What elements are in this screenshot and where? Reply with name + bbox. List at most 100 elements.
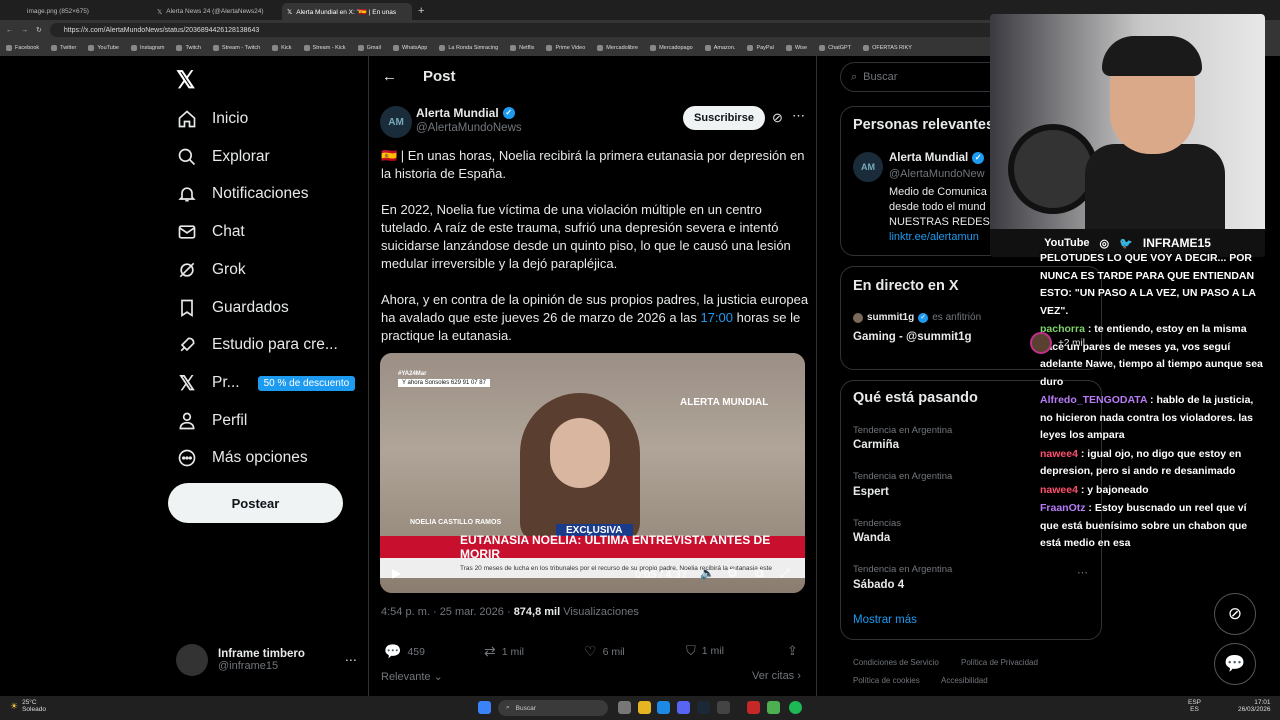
browser-tab-active[interactable]: 𝕏 Alerta Mundial en X: "🇪🇸 | En unas	[282, 3, 412, 20]
back-arrow-icon[interactable]: ←	[382, 68, 397, 85]
relevant-link[interactable]: linktr.ee/alertamun	[889, 231, 979, 243]
footer-link[interactable]: Accesibilidad	[941, 676, 988, 685]
video-player[interactable]: #YA24Mar Y ahora Sonsoles 629 91 07 87 A…	[380, 353, 805, 593]
bookmark-item[interactable]: Mercadopago	[650, 45, 693, 51]
chat-username[interactable]: FraanOtz	[1040, 502, 1086, 514]
forward-icon[interactable]: →	[21, 27, 28, 34]
post-timestamp[interactable]: 4:54 p. m. · 25 mar. 2026 ·	[381, 606, 514, 618]
chat-username[interactable]: nawee4	[1040, 484, 1078, 496]
footer-link[interactable]: Política de cookies	[853, 676, 920, 685]
show-more-link[interactable]: Mostrar más	[853, 614, 917, 626]
bookmark-item[interactable]: Prime Video	[546, 45, 585, 51]
nav-item-notificaciones[interactable]: Notificaciones	[176, 183, 309, 205]
bookmark-item[interactable]: Stream - Kick	[303, 45, 346, 51]
file-explorer-icon[interactable]	[638, 701, 651, 714]
bookmark-item[interactable]: Amazon.	[704, 45, 735, 51]
edge-icon[interactable]	[657, 701, 670, 714]
more-icon[interactable]: ⋯	[792, 108, 805, 124]
settings-icon[interactable]: ⚙	[727, 566, 738, 580]
trend-item[interactable]: Carmiña	[853, 439, 899, 451]
nav-item-chat[interactable]: Chat	[176, 221, 245, 243]
grok-icon[interactable]: ⊘	[772, 110, 783, 126]
subscribe-button[interactable]: Suscribirse	[683, 106, 765, 130]
clock[interactable]: 17:01 26/03/2026	[1238, 699, 1271, 713]
like-button[interactable]: ♡ 6 mil	[584, 643, 625, 660]
search-input[interactable]: ⌕ Buscar	[840, 62, 1010, 92]
live-stream-title[interactable]: Gaming - @summit1g	[853, 331, 972, 343]
bookmark-item[interactable]: La Ronda Simracing	[439, 45, 498, 51]
sort-dropdown[interactable]: Relevante ⌄	[381, 670, 443, 683]
promo-badge[interactable]: 50 % de descuento	[257, 375, 356, 391]
nav-item-estudio[interactable]: Estudio para cre...	[176, 334, 338, 356]
url-field[interactable]: https://x.com/AlertaMundoNews/status/203…	[49, 23, 1010, 37]
account-switcher[interactable]: Inframe timbero @inframe15 ⋯	[176, 644, 357, 676]
relevant-avatar[interactable]: AM	[853, 152, 883, 182]
more-icon[interactable]: ⋯	[1077, 566, 1088, 579]
trend-item[interactable]: Sábado 4	[853, 579, 904, 591]
bookmark-item[interactable]: ChatGPT	[819, 45, 851, 51]
nav-item-explorar[interactable]: Explorar	[176, 146, 270, 168]
new-tab-button[interactable]: +	[412, 5, 430, 20]
author-avatar[interactable]: AM	[380, 106, 412, 138]
quotes-link[interactable]: Ver citas ›	[752, 670, 801, 682]
volume-icon[interactable]: 🔈	[700, 566, 715, 580]
chat-username[interactable]: nawee4	[1040, 448, 1078, 460]
play-icon[interactable]: ▶	[392, 566, 401, 580]
app-icon[interactable]	[717, 701, 730, 714]
bookmark-item[interactable]: Gmail	[357, 45, 381, 51]
language-indicator[interactable]: ESP ES	[1188, 699, 1201, 713]
nav-item-guardados[interactable]: Guardados	[176, 297, 289, 319]
repost-button[interactable]: ⇄ 1 mil	[484, 643, 524, 660]
reload-icon[interactable]: ↻	[36, 26, 42, 34]
windows-start-icon[interactable]	[478, 701, 491, 714]
bookmark-item[interactable]: OFERTAS RIKY	[863, 45, 912, 51]
weather-widget[interactable]: ☀ 25°C Soleado	[10, 699, 46, 713]
bookmark-item[interactable]: Netflix	[510, 45, 534, 51]
relevant-name[interactable]: Alerta Mundial ✓	[889, 152, 985, 164]
pip-icon[interactable]: ⧉	[755, 566, 764, 581]
chat-float-button[interactable]: 💬	[1214, 643, 1256, 685]
bookmark-item[interactable]: Instagram	[130, 45, 164, 51]
steam-icon[interactable]	[697, 701, 710, 714]
chrome-icon[interactable]	[767, 701, 780, 714]
trend-item[interactable]: Espert	[853, 486, 889, 498]
post-button[interactable]: Postear	[168, 483, 343, 523]
nav-item-perfil[interactable]: Perfil	[176, 410, 247, 432]
trend-item[interactable]: Wanda	[853, 532, 890, 544]
nav-item-mas-opciones[interactable]: Más opciones	[176, 447, 308, 469]
grok-float-button[interactable]: ⊘	[1214, 593, 1256, 635]
task-view-icon[interactable]	[618, 701, 631, 714]
back-icon[interactable]: ←	[6, 27, 13, 34]
bookmark-item[interactable]: PayPal	[747, 45, 774, 51]
fullscreen-icon[interactable]: ⤢	[780, 566, 790, 581]
bookmark-item[interactable]: WhatsApp	[392, 45, 427, 51]
footer-link[interactable]: Política de Privacidad	[961, 658, 1038, 667]
author-handle[interactable]: @AlertaMundoNews	[416, 122, 522, 134]
share-button[interactable]: ⇪	[787, 643, 798, 659]
reply-button[interactable]: 💬 459	[384, 643, 425, 660]
bookmark-item[interactable]: Mercadolibre	[597, 45, 638, 51]
browser-tab[interactable]: image.png (852×675)	[22, 3, 152, 20]
time-link[interactable]: 17:00	[700, 310, 733, 325]
browser-tab[interactable]: 𝕏 Alerta News 24 (@AlertaNews24)	[152, 3, 282, 20]
bookmark-item[interactable]: Kick	[272, 45, 292, 51]
nav-item-premium[interactable]: 𝕏 Pr... 50 % de descuento	[176, 372, 356, 395]
bookmark-button[interactable]: ⛉ 1 mil	[686, 643, 724, 659]
bookmark-item[interactable]: Wise	[785, 45, 807, 51]
nav-item-inicio[interactable]: Inicio	[176, 108, 248, 130]
taskbar-search[interactable]: ⌕ Buscar	[498, 700, 608, 716]
chat-username[interactable]: Alfredo_TENGODATA	[1040, 394, 1147, 406]
bookmark-item[interactable]: Twitter	[51, 45, 76, 51]
discord-icon[interactable]	[677, 701, 690, 714]
author-name[interactable]: Alerta Mundial ✓	[416, 106, 515, 120]
footer-link[interactable]: Condiciones de Servicio	[853, 658, 939, 667]
live-host[interactable]: summit1g ✓ es anfitrión	[853, 312, 981, 323]
spotify-icon[interactable]	[789, 701, 802, 714]
x-logo-icon[interactable]: 𝕏	[176, 66, 195, 95]
nav-item-grok[interactable]: Grok	[176, 259, 246, 281]
bookmark-item[interactable]: Facebook	[6, 45, 39, 51]
app-icon[interactable]	[747, 701, 760, 714]
bookmark-item[interactable]: Twitch	[176, 45, 201, 51]
bookmark-item[interactable]: YouTube	[88, 45, 119, 51]
bookmark-item[interactable]: Stream - Twitch	[213, 45, 260, 51]
